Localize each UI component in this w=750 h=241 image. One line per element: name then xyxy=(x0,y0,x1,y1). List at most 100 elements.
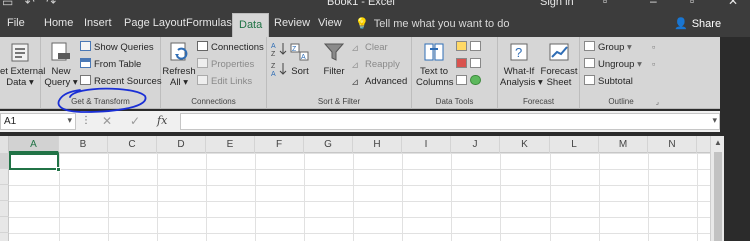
share-button[interactable]: 👤 Share xyxy=(674,17,721,30)
maximize-icon[interactable]: ▫ xyxy=(690,0,694,8)
cell-area[interactable] xyxy=(9,153,710,241)
refresh-all-button[interactable]: Refresh All ▾ xyxy=(162,41,196,88)
sign-in-link[interactable]: Sign in xyxy=(540,0,574,8)
insert-function-button[interactable]: fx xyxy=(157,114,167,127)
column-header-e[interactable]: E xyxy=(206,136,255,153)
reapply-button[interactable]: ⊿ Reapply xyxy=(351,58,400,72)
hide-detail-icon[interactable]: ▫ xyxy=(652,58,655,72)
sort-button[interactable]: Z A Sort xyxy=(289,41,311,77)
enter-icon[interactable]: ✓ xyxy=(130,114,140,128)
row-header-6[interactable] xyxy=(0,233,9,241)
flash-fill-button[interactable] xyxy=(456,41,470,55)
column-header-c[interactable]: C xyxy=(108,136,157,153)
row-header-3[interactable] xyxy=(0,185,9,201)
sort-descending-icon: Z A xyxy=(271,63,287,78)
vertical-scrollbar[interactable]: ▲ xyxy=(710,136,724,241)
tab-data[interactable]: Data xyxy=(232,13,270,37)
undo-icon[interactable]: ↶ xyxy=(25,0,35,9)
recent-sources-icon xyxy=(80,75,91,85)
column-header-b[interactable]: B xyxy=(59,136,108,153)
close-icon[interactable]: ✕ xyxy=(728,0,738,8)
column-header-n[interactable]: N xyxy=(648,136,697,153)
column-header-i[interactable]: I xyxy=(402,136,451,153)
ribbon-display-options-icon[interactable]: ▫ xyxy=(603,0,607,8)
connections-button[interactable]: Connections xyxy=(197,41,264,55)
get-transform-group: New Query ▾ Show Queries From Table Rece… xyxy=(41,37,162,109)
filter-button[interactable]: Filter xyxy=(317,41,351,77)
remove-duplicates-button[interactable] xyxy=(456,58,470,72)
show-queries-button[interactable]: Show Queries xyxy=(80,41,154,55)
tab-view[interactable]: View xyxy=(318,17,342,29)
formula-bar-grip-icon[interactable]: ⋮ xyxy=(81,115,91,126)
column-header-d[interactable]: D xyxy=(157,136,206,153)
outline-dialog-launcher-icon[interactable]: ⌟ xyxy=(656,98,659,106)
tell-me-search[interactable]: 💡 Tell me what you want to do xyxy=(355,17,509,30)
group-button[interactable]: Group ▾ xyxy=(584,41,632,55)
active-cell-a1[interactable] xyxy=(9,153,61,172)
column-gridline xyxy=(697,153,698,241)
row-header-2[interactable] xyxy=(0,169,9,185)
edit-links-icon xyxy=(197,75,208,85)
redo-icon[interactable]: ↷ xyxy=(46,0,56,9)
show-detail-icon[interactable]: ▫ xyxy=(652,41,655,55)
scroll-up-arrow-icon[interactable]: ▲ xyxy=(714,138,722,147)
new-query-button[interactable]: New Query ▾ xyxy=(44,41,78,88)
connections-button-label: Connections xyxy=(211,42,264,53)
row-header-4[interactable] xyxy=(0,201,9,217)
column-header-l[interactable]: L xyxy=(550,136,599,153)
name-box-dropdown-icon[interactable]: ▾ xyxy=(67,115,72,126)
text-to-columns-icon xyxy=(424,43,444,61)
remove-duplicates-icon xyxy=(456,58,467,68)
forecast-sheet-button[interactable]: Forecast Sheet xyxy=(540,41,578,88)
manage-data-model-button[interactable] xyxy=(470,75,484,89)
scrollbar-thumb[interactable] xyxy=(714,152,722,241)
column-header-h[interactable]: H xyxy=(353,136,402,153)
expand-formula-bar-icon[interactable]: ▾ xyxy=(712,115,717,126)
data-validation-button[interactable] xyxy=(456,75,470,89)
column-header-j[interactable]: J xyxy=(451,136,500,153)
tab-formulas[interactable]: Formulas xyxy=(186,17,232,29)
what-if-analysis-button[interactable]: ? What-If Analysis ▾ xyxy=(500,41,543,88)
cancel-icon[interactable]: ✕ xyxy=(102,114,112,128)
sort-az-button[interactable]: A Z xyxy=(270,41,288,62)
save-icon[interactable]: ▭ xyxy=(2,0,13,9)
consolidate-button[interactable] xyxy=(470,41,484,55)
clear-button[interactable]: ⊿ Clear xyxy=(351,41,388,55)
minimize-icon[interactable]: – xyxy=(650,0,657,8)
ungroup-icon xyxy=(584,58,595,68)
tab-home[interactable]: Home xyxy=(44,17,73,29)
column-header-a[interactable]: A xyxy=(9,136,59,153)
from-table-button[interactable]: From Table xyxy=(80,58,141,72)
select-all-button[interactable] xyxy=(0,136,9,153)
worksheet-grid[interactable]: A B C D E F G H I J K L M N xyxy=(0,136,710,241)
tab-file[interactable]: File xyxy=(7,17,25,29)
row-header-1[interactable] xyxy=(0,153,9,169)
tab-insert[interactable]: Insert xyxy=(84,17,112,29)
formula-input[interactable]: ▾ xyxy=(180,113,720,130)
column-header-f[interactable]: F xyxy=(255,136,304,153)
row-header-5[interactable] xyxy=(0,217,9,233)
properties-button[interactable]: Properties xyxy=(197,58,254,72)
tab-review[interactable]: Review xyxy=(274,17,310,29)
subtotal-button[interactable]: Subtotal xyxy=(584,75,633,89)
svg-text:Z: Z xyxy=(292,46,297,53)
column-header-g[interactable]: G xyxy=(304,136,353,153)
column-header-m[interactable]: M xyxy=(599,136,648,153)
ungroup-button[interactable]: Ungroup ▾ xyxy=(584,58,642,72)
sort-filter-group: A Z Z A Z A Sort Filter ⊿ Clear ⊿ Reappl… xyxy=(267,37,412,109)
name-box[interactable]: A1 ▾ xyxy=(0,113,76,130)
recent-sources-button[interactable]: Recent Sources xyxy=(80,75,162,89)
sort-za-button[interactable]: Z A xyxy=(270,61,288,82)
share-label: Share xyxy=(691,18,722,30)
advanced-button[interactable]: ⊿ Advanced xyxy=(351,75,407,89)
fill-handle[interactable] xyxy=(56,167,61,172)
consolidate-icon xyxy=(470,41,481,51)
get-external-data-button[interactable]: et External Data ▾ xyxy=(0,41,45,88)
edit-links-label: Edit Links xyxy=(211,76,253,87)
edit-links-button[interactable]: Edit Links xyxy=(197,75,252,89)
column-header-k[interactable]: K xyxy=(500,136,550,153)
new-query-icon xyxy=(51,42,70,61)
relationships-button[interactable] xyxy=(470,58,484,72)
tab-page-layout[interactable]: Page Layout xyxy=(124,17,186,29)
text-to-columns-button[interactable]: Text to Columns xyxy=(416,41,454,88)
